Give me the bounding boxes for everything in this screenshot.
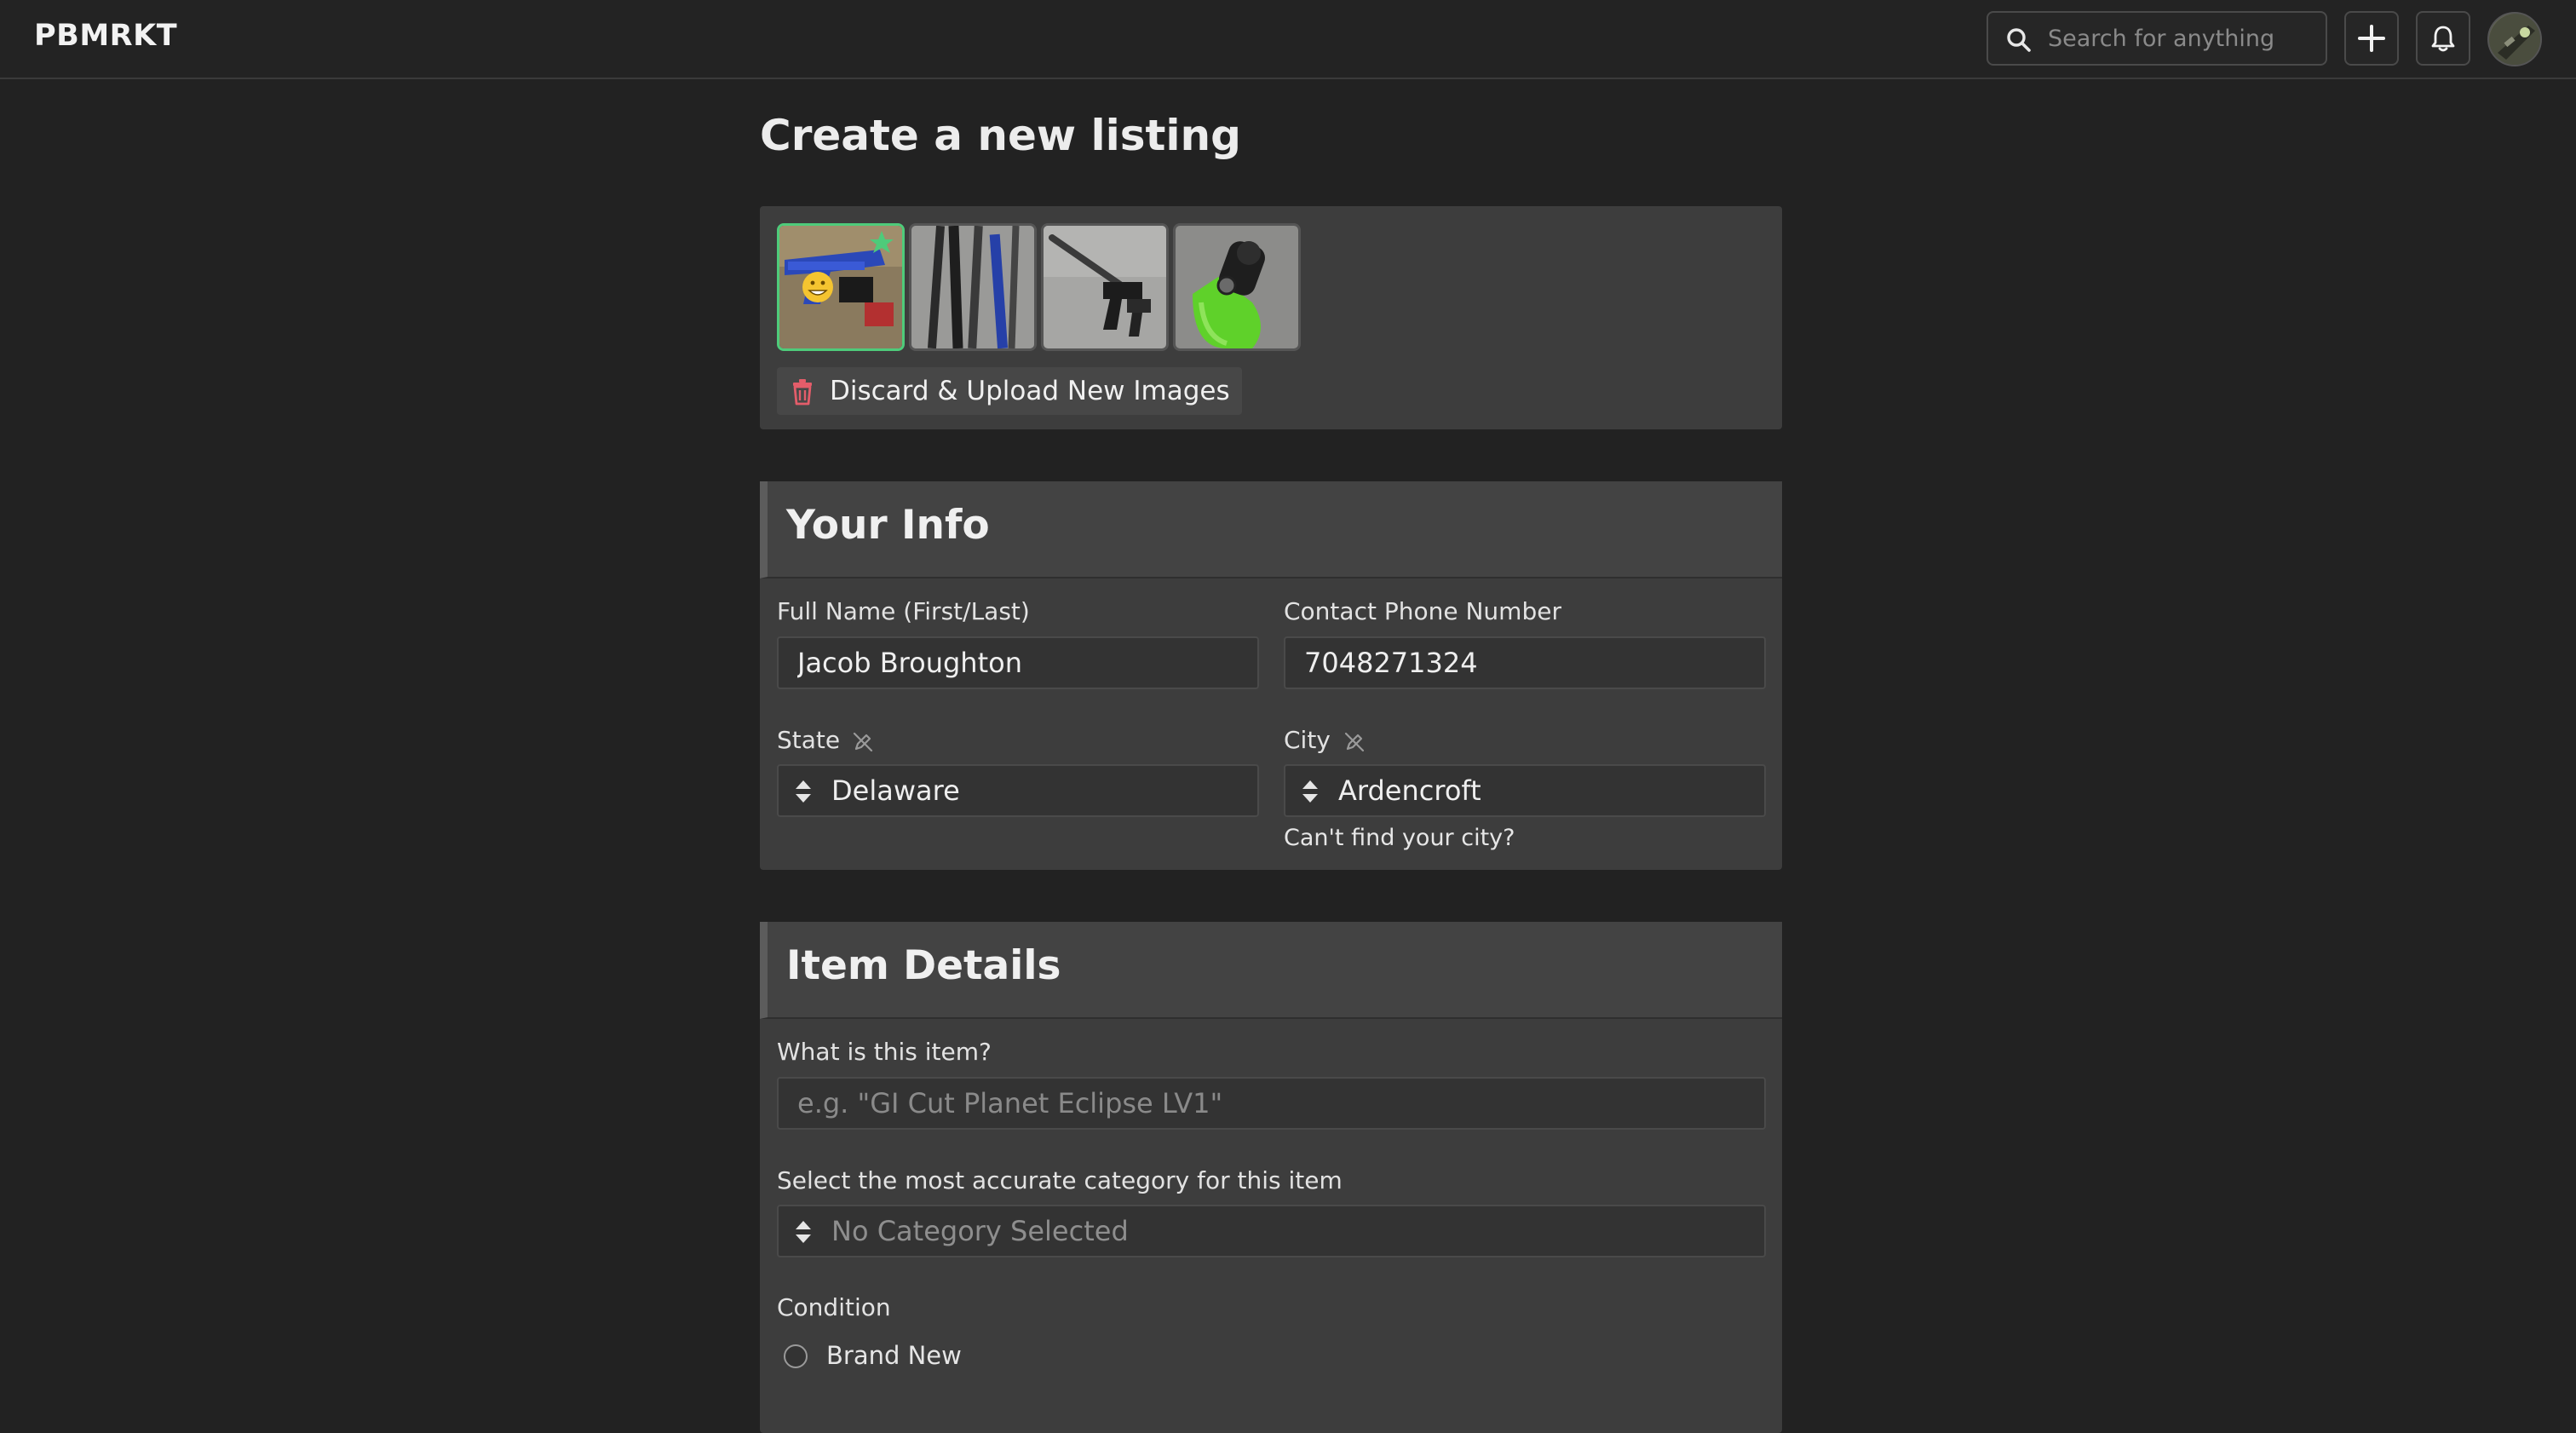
radio-button[interactable] bbox=[784, 1344, 808, 1368]
city-select[interactable]: Ardencroft bbox=[1284, 764, 1766, 817]
trash-icon bbox=[793, 379, 812, 406]
page-title: Create a new listing bbox=[760, 111, 1241, 160]
search-input[interactable] bbox=[2046, 13, 2319, 64]
image-thumbnail-1[interactable] bbox=[777, 223, 905, 351]
avatar-image-icon bbox=[2489, 14, 2540, 65]
user-avatar[interactable] bbox=[2487, 12, 2542, 66]
discard-upload-new-images-button[interactable]: Discard & Upload New Images bbox=[777, 367, 1242, 415]
create-listing-button[interactable] bbox=[2344, 11, 2399, 66]
images-panel: Discard & Upload New Images bbox=[760, 206, 1782, 429]
your-info-header: Your Info bbox=[760, 481, 1782, 578]
search-icon bbox=[2007, 28, 2031, 52]
city-label: City bbox=[1284, 726, 1331, 754]
cant-find-city-link[interactable]: Can't find your city? bbox=[1284, 825, 1515, 851]
edit-disabled-icon bbox=[1344, 732, 1365, 752]
condition-option-label: Brand New bbox=[826, 1341, 962, 1370]
air-tank-photo-icon bbox=[1176, 226, 1298, 348]
item-details-section: Item Details What is this item? Select t… bbox=[760, 922, 1782, 1433]
plus-icon bbox=[2358, 25, 2385, 52]
full-name-label: Full Name (First/Last) bbox=[777, 597, 1030, 625]
paintball-marker-photo-icon bbox=[779, 226, 902, 348]
marker-body-photo-icon bbox=[1044, 226, 1166, 348]
category-select[interactable]: No Category Selected bbox=[777, 1205, 1766, 1257]
top-navbar: PBMRKT bbox=[0, 0, 2576, 79]
your-info-section: Your Info Full Name (First/Last) Contact… bbox=[760, 481, 1782, 870]
phone-input[interactable] bbox=[1284, 636, 1766, 689]
full-name-input[interactable] bbox=[777, 636, 1259, 689]
category-label: Select the most accurate category for th… bbox=[777, 1166, 1343, 1194]
city-select-value: Ardencroft bbox=[1338, 774, 1481, 807]
sort-arrows-icon bbox=[1302, 780, 1318, 803]
category-select-value: No Category Selected bbox=[831, 1215, 1129, 1247]
bell-icon bbox=[2431, 26, 2455, 52]
phone-label: Contact Phone Number bbox=[1284, 597, 1561, 625]
item-details-heading: Item Details bbox=[786, 942, 1061, 989]
condition-label: Condition bbox=[777, 1293, 891, 1321]
sort-arrows-icon bbox=[796, 780, 811, 803]
brand-logo[interactable]: PBMRKT bbox=[34, 19, 177, 53]
search-box[interactable] bbox=[1987, 11, 2327, 66]
your-info-heading: Your Info bbox=[786, 502, 990, 549]
discard-button-label: Discard & Upload New Images bbox=[830, 376, 1230, 406]
image-thumbnail-2[interactable] bbox=[909, 223, 1037, 351]
state-select-value: Delaware bbox=[831, 774, 960, 807]
image-thumbnail-4[interactable] bbox=[1173, 223, 1301, 351]
item-name-input[interactable] bbox=[777, 1077, 1766, 1130]
barrels-photo-icon bbox=[911, 226, 1034, 348]
notifications-button[interactable] bbox=[2416, 11, 2470, 66]
state-label: State bbox=[777, 726, 841, 754]
sort-arrows-icon bbox=[796, 1221, 811, 1243]
edit-disabled-icon bbox=[853, 732, 873, 752]
item-name-label: What is this item? bbox=[777, 1038, 992, 1066]
state-select[interactable]: Delaware bbox=[777, 764, 1259, 817]
image-thumbnail-3[interactable] bbox=[1041, 223, 1169, 351]
item-details-header: Item Details bbox=[760, 922, 1782, 1019]
